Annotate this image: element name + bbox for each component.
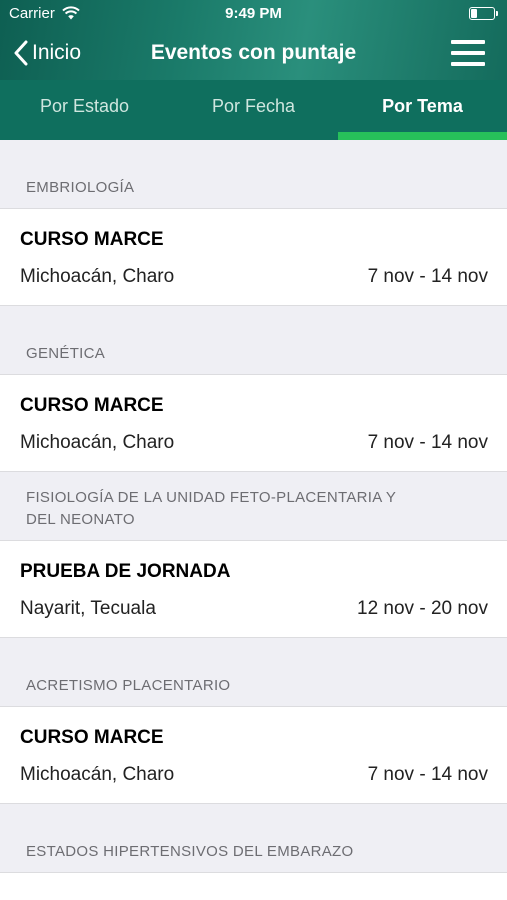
hamburger-menu-icon[interactable]: [451, 40, 485, 66]
event-dates: 7 nov - 14 nov: [367, 432, 488, 453]
event-location: Michoacán, Charo: [20, 764, 175, 785]
section-header: ACRETISMO PLACENTARIO: [26, 677, 231, 694]
section-header: FISIOLOGÍA DE LA UNIDAD FETO-PLACENTARIA…: [26, 489, 396, 528]
nav-header: Carrier 9:49 PM Inicio Eventos con punta…: [0, 0, 507, 80]
event-dates: 12 nov - 20 nov: [357, 598, 488, 619]
event-row[interactable]: CURSO MARCE Michoacán, Charo 7 nov - 14 …: [0, 374, 507, 472]
event-row[interactable]: CURSO MARCE Michoacán, Charo 7 nov - 14 …: [0, 208, 507, 306]
status-time: 9:49 PM: [225, 5, 282, 22]
event-title: PRUEBA DE JORNADA: [20, 561, 231, 582]
event-row[interactable]: CURSO MARCE Michoacán, Charo 7 nov - 14 …: [0, 706, 507, 804]
event-row[interactable]: PRUEBA DE JORNADA Nayarit, Tecuala 12 no…: [0, 540, 507, 638]
event-location: Michoacán, Charo: [20, 266, 175, 287]
event-row-partial[interactable]: [0, 872, 507, 900]
segmented-tabs: Por Estado Por Fecha Por Tema: [0, 80, 507, 140]
event-location: Nayarit, Tecuala: [20, 598, 156, 619]
section-header: ESTADOS HIPERTENSIVOS DEL EMBARAZO: [26, 843, 354, 860]
section-header: EMBRIOLOGÍA: [26, 179, 135, 196]
event-title: CURSO MARCE: [20, 395, 164, 416]
event-title: CURSO MARCE: [20, 727, 164, 748]
section-header: GENÉTICA: [26, 345, 106, 362]
tab-por-tema[interactable]: Por Tema: [338, 80, 507, 140]
event-location: Michoacán, Charo: [20, 432, 175, 453]
status-bar: Carrier 9:49 PM: [0, 0, 507, 28]
tab-por-estado[interactable]: Por Estado: [0, 80, 169, 140]
tab-por-fecha[interactable]: Por Fecha: [169, 80, 338, 140]
events-list[interactable]: EMBRIOLOGÍA CURSO MARCE Michoacán, Charo…: [0, 140, 507, 900]
event-dates: 7 nov - 14 nov: [367, 266, 488, 287]
page-title: Eventos con puntaje: [150, 41, 357, 64]
event-title: CURSO MARCE: [20, 229, 164, 250]
battery-icon: [469, 7, 498, 20]
event-dates: 7 nov - 14 nov: [367, 764, 488, 785]
